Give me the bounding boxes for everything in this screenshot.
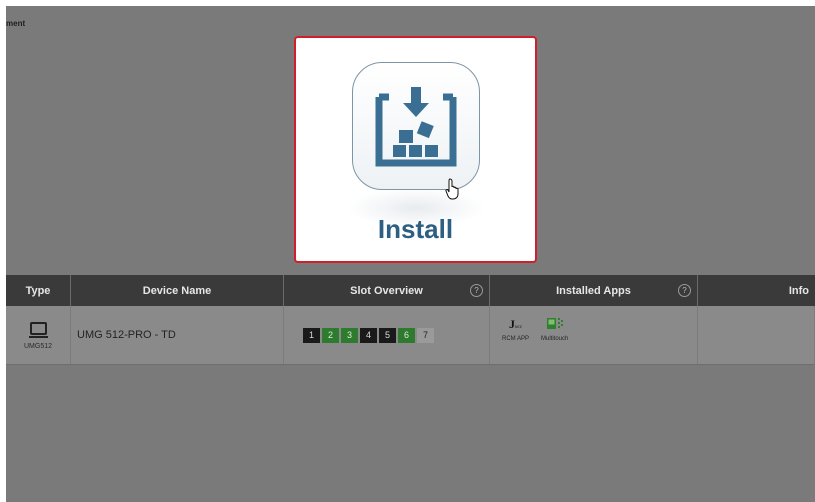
install-label: Install <box>377 214 454 244</box>
column-header-slot-overview[interactable]: Slot Overview ? <box>284 275 490 306</box>
slot-7[interactable]: 7 <box>417 327 434 343</box>
slot-1[interactable]: 1 <box>303 327 320 343</box>
column-header-installed-apps[interactable]: Installed Apps ? <box>490 275 698 306</box>
install-button[interactable]: Install <box>294 36 537 263</box>
device-type-label: UMG512 <box>23 343 52 350</box>
column-header-info[interactable]: Info <box>698 275 815 306</box>
table-row[interactable]: UMG512 UMG 512-PRO - TD 1 2 3 4 5 6 7 Ju… <box>6 306 815 365</box>
help-icon[interactable]: ? <box>678 284 691 297</box>
column-header-label: Type <box>25 284 51 297</box>
column-header-device-name[interactable]: Device Name <box>71 275 284 306</box>
installed-apps-cell: Jucc RCM APP Multitouch <box>490 306 698 364</box>
slot-overview-cell: 1 2 3 4 5 6 7 <box>284 306 490 364</box>
info-cell <box>698 306 815 364</box>
app-label: RCM APP <box>502 336 530 342</box>
column-header-label: Device Name <box>142 284 212 297</box>
column-header-label: Info <box>788 284 809 297</box>
slot-6[interactable]: 6 <box>398 327 415 343</box>
device-name-cell: UMG 512-PRO - TD <box>71 306 284 364</box>
device-table-header: Type Device Name Slot Overview ? Install… <box>6 275 815 306</box>
device-name: UMG 512-PRO - TD <box>77 329 176 341</box>
column-header-type[interactable]: Type <box>6 275 71 306</box>
hand-cursor-icon <box>445 178 459 200</box>
multitouch-icon <box>546 316 563 332</box>
column-header-label: Slot Overview <box>350 284 423 297</box>
slot-3[interactable]: 3 <box>341 327 358 343</box>
slot-2[interactable]: 2 <box>322 327 339 343</box>
slot-5[interactable]: 5 <box>379 327 396 343</box>
installed-app-multitouch[interactable]: Multitouch <box>541 316 568 342</box>
slot-4[interactable]: 4 <box>360 327 377 343</box>
column-header-label: Installed Apps <box>556 284 631 297</box>
help-icon[interactable]: ? <box>470 284 483 297</box>
device-monitor-icon <box>28 322 48 338</box>
app-label: Multitouch <box>541 336 569 342</box>
type-cell: UMG512 <box>6 306 71 364</box>
rcm-app-icon: Jucc <box>509 316 522 331</box>
installed-app-rcm[interactable]: Jucc RCM APP <box>502 316 530 343</box>
breadcrumb: ment <box>6 19 26 28</box>
install-download-icon <box>352 62 480 190</box>
